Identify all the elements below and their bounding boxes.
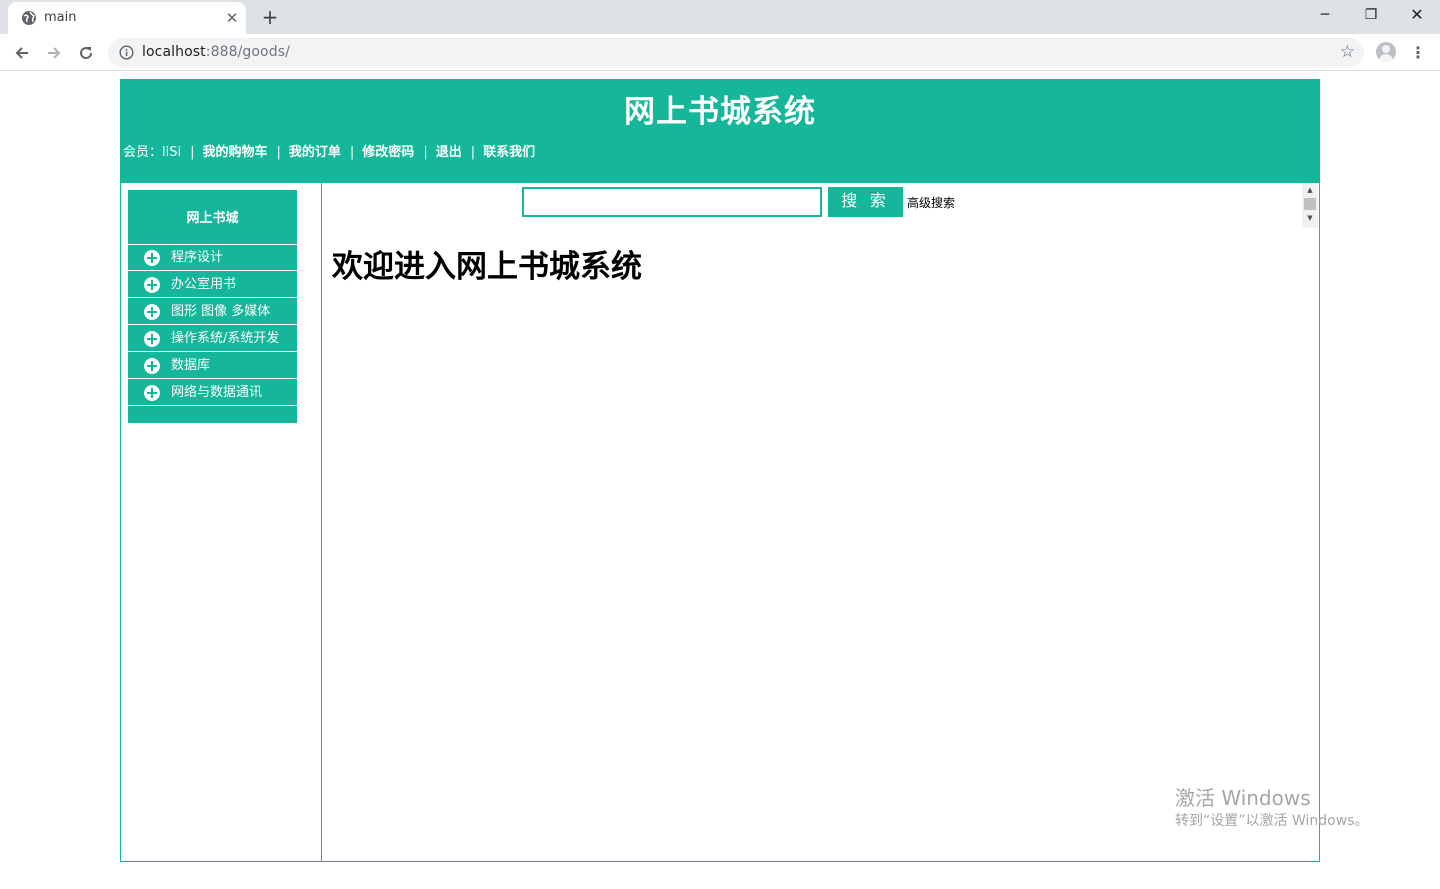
nav-link-logout[interactable]: 退出 bbox=[436, 141, 462, 160]
top-nav: 会员：liSi | 我的购物车 | 我的订单 | 修改密码 | 退出 | 联系我们 bbox=[123, 141, 535, 160]
nav-link-cart[interactable]: 我的购物车 bbox=[202, 141, 267, 160]
nav-link-orders[interactable]: 我的订单 bbox=[289, 141, 341, 160]
plus-circle-icon bbox=[144, 385, 160, 401]
nav-separator: | bbox=[190, 145, 195, 160]
plus-circle-icon bbox=[144, 304, 160, 320]
welcome-heading: 欢迎进入网上书城系统 bbox=[332, 249, 642, 285]
plus-circle-icon bbox=[144, 250, 160, 266]
forward-button[interactable] bbox=[40, 39, 68, 67]
activation-watermark-title: 激活 Windows bbox=[1175, 786, 1311, 810]
left-frame: 网上书城 程序设计 办公室用书 图形 图像 多媒体 操作系统/系统开发 数据库 … bbox=[121, 183, 322, 861]
new-tab-button[interactable]: + bbox=[258, 5, 282, 29]
close-window-button[interactable]: ✕ bbox=[1394, 0, 1440, 30]
category-item-label: 程序设计 bbox=[171, 250, 224, 265]
profile-avatar-icon[interactable] bbox=[1376, 42, 1396, 62]
arrow-left-icon bbox=[15, 47, 28, 59]
nav-separator: | bbox=[276, 145, 281, 160]
category-item-os[interactable]: 操作系统/系统开发 bbox=[128, 326, 297, 352]
category-item-office[interactable]: 办公室用书 bbox=[128, 272, 297, 298]
globe-icon bbox=[21, 10, 37, 26]
more-menu-icon[interactable]: ⋮ bbox=[1408, 39, 1428, 67]
category-item-programming[interactable]: 程序设计 bbox=[128, 245, 297, 271]
close-tab-icon[interactable]: ✕ bbox=[222, 8, 242, 28]
info-icon[interactable] bbox=[119, 45, 134, 60]
url-host: localhost bbox=[142, 44, 206, 60]
scroll-up-arrow-icon[interactable]: ▲ bbox=[1302, 184, 1318, 196]
main-frame: 搜 索 高级搜索 ▲ ▼ 欢迎进入网上书城系统 bbox=[323, 183, 1319, 861]
category-item-network[interactable]: 网络与数据通讯 bbox=[128, 380, 297, 406]
bookmark-star-icon[interactable]: ☆ bbox=[1340, 42, 1355, 62]
scrollbar-thumb[interactable] bbox=[1304, 198, 1316, 210]
category-item-label: 操作系统/系统开发 bbox=[171, 331, 280, 346]
category-menu: 网上书城 程序设计 办公室用书 图形 图像 多媒体 操作系统/系统开发 数据库 … bbox=[128, 190, 297, 423]
activation-watermark-subtitle: 转到“设置”以激活 Windows。 bbox=[1175, 813, 1369, 829]
nav-link-contact[interactable]: 联系我们 bbox=[483, 141, 535, 160]
nav-separator: | bbox=[470, 145, 476, 160]
nav-link-change-password[interactable]: 修改密码 bbox=[362, 141, 414, 160]
tab-title: main bbox=[44, 10, 77, 25]
reload-icon bbox=[80, 47, 93, 60]
bookstore-frame: 网上书城系统 会员：liSi | 我的购物车 | 我的订单 | 修改密码 | 退出 | 联系我们 网… bbox=[120, 79, 1320, 862]
scroll-down-arrow-icon[interactable]: ▼ bbox=[1302, 212, 1318, 224]
url-text: localhost:888/goods/ bbox=[142, 44, 290, 60]
page-viewport: 网上书城系统 会员：liSi | 我的购物车 | 我的订单 | 修改密码 | 退出 | 联系我们 网… bbox=[0, 72, 1440, 889]
browser-toolbar: localhost:888/goods/ ☆ ⋮ bbox=[0, 34, 1440, 71]
back-button[interactable] bbox=[8, 39, 36, 67]
reload-button[interactable] bbox=[72, 39, 100, 67]
site-title: 网上书城系统 bbox=[624, 94, 816, 130]
address-bar[interactable]: localhost:888/goods/ ☆ bbox=[108, 38, 1364, 67]
category-item-label: 办公室用书 bbox=[171, 277, 237, 292]
category-item-label: 图形 图像 多媒体 bbox=[171, 304, 271, 319]
category-item-label: 数据库 bbox=[171, 358, 211, 373]
nav-separator: | bbox=[349, 145, 355, 160]
search-input[interactable] bbox=[522, 187, 822, 217]
category-menu-title: 网上书城 bbox=[128, 190, 297, 245]
member-label: 会员：liSi bbox=[123, 145, 182, 160]
plus-circle-icon bbox=[144, 331, 160, 347]
site-header: 网上书城系统 会员：liSi | 我的购物车 | 我的订单 | 修改密码 | 退出 | 联系我们 bbox=[121, 80, 1319, 183]
browser-tab[interactable]: main ✕ bbox=[8, 2, 246, 34]
search-button[interactable]: 搜 索 bbox=[828, 187, 903, 217]
category-item-multimedia[interactable]: 图形 图像 多媒体 bbox=[128, 299, 297, 325]
minimize-button[interactable]: ─ bbox=[1302, 0, 1348, 30]
category-item-database[interactable]: 数据库 bbox=[128, 353, 297, 379]
plus-circle-icon bbox=[144, 277, 160, 293]
plus-circle-icon bbox=[144, 358, 160, 374]
search-frame-scrollbar[interactable]: ▲ ▼ bbox=[1302, 183, 1318, 228]
nav-separator: | bbox=[423, 145, 428, 160]
arrow-right-icon bbox=[48, 47, 61, 59]
browser-tabstrip: main ✕ + ─ ❐ ✕ bbox=[0, 0, 1440, 34]
category-item-label: 网络与数据通讯 bbox=[171, 385, 263, 400]
url-path: :888/goods/ bbox=[205, 44, 290, 60]
advanced-search-link[interactable]: 高级搜索 bbox=[907, 194, 955, 211]
restore-button[interactable]: ❐ bbox=[1348, 0, 1394, 30]
